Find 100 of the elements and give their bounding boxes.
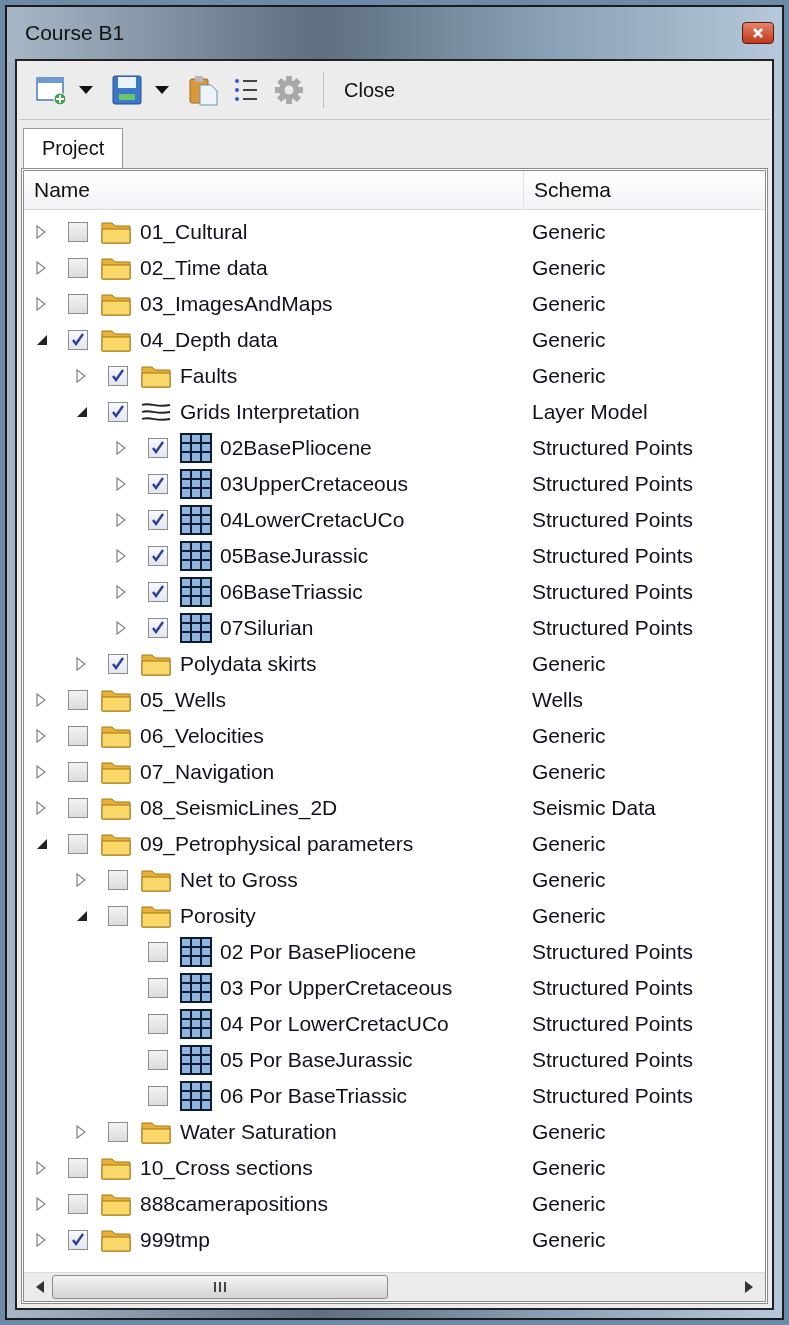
checkbox[interactable]	[108, 906, 128, 926]
item-name[interactable]: 05 Por BaseJurassic	[220, 1048, 413, 1072]
scrollbar-thumb[interactable]	[52, 1275, 388, 1299]
item-name[interactable]: 888camerapositions	[140, 1192, 328, 1216]
close-icon[interactable]	[742, 22, 774, 44]
item-name[interactable]: 06 Por BaseTriassic	[220, 1084, 408, 1108]
caret-icon[interactable]	[155, 86, 169, 94]
scroll-right-icon[interactable]	[745, 1281, 753, 1293]
collapsed-arrow-icon[interactable]	[116, 477, 126, 491]
collapsed-arrow-icon[interactable]	[36, 225, 46, 239]
item-name[interactable]: 999tmp	[140, 1228, 211, 1252]
checkbox[interactable]	[108, 402, 128, 422]
item-name[interactable]: 04LowerCretacUCo	[220, 508, 405, 532]
checkbox[interactable]	[68, 690, 88, 710]
checkbox[interactable]	[68, 1158, 88, 1178]
close-button[interactable]: Close	[338, 74, 402, 106]
item-name[interactable]: 06_Velocities	[140, 724, 264, 748]
collapsed-arrow-icon[interactable]	[116, 585, 126, 599]
checkbox[interactable]	[148, 510, 168, 530]
checkbox[interactable]	[68, 1230, 88, 1250]
folder-icon	[100, 1227, 132, 1253]
scroll-left-icon[interactable]	[36, 1281, 44, 1293]
item-name[interactable]: 05_Wells	[140, 688, 226, 712]
checkbox[interactable]	[108, 654, 128, 674]
horizontal-scrollbar[interactable]	[24, 1272, 765, 1301]
collapsed-arrow-icon[interactable]	[36, 729, 46, 743]
checkbox[interactable]	[108, 366, 128, 386]
expanded-arrow-icon[interactable]	[36, 838, 48, 850]
new-window-icon[interactable]	[35, 74, 67, 106]
save-icon[interactable]	[111, 74, 143, 106]
collapsed-arrow-icon[interactable]	[116, 621, 126, 635]
checkbox[interactable]	[68, 762, 88, 782]
item-name[interactable]: Net to Gross	[180, 868, 298, 892]
checkbox[interactable]	[108, 870, 128, 890]
checkbox[interactable]	[148, 942, 168, 962]
checkbox[interactable]	[68, 798, 88, 818]
expanded-arrow-icon[interactable]	[76, 910, 88, 922]
checkbox[interactable]	[148, 1086, 168, 1106]
item-name[interactable]: 03 Por UpperCretaceous	[220, 976, 453, 1000]
checkbox[interactable]	[108, 1122, 128, 1142]
collapsed-arrow-icon[interactable]	[36, 801, 46, 815]
item-name[interactable]: 09_Petrophysical parameters	[140, 832, 414, 856]
item-name[interactable]: 07_Navigation	[140, 760, 275, 784]
caret-icon[interactable]	[79, 86, 93, 94]
collapsed-arrow-icon[interactable]	[36, 1161, 46, 1175]
collapsed-arrow-icon[interactable]	[116, 549, 126, 563]
checkbox[interactable]	[148, 582, 168, 602]
collapsed-arrow-icon[interactable]	[36, 297, 46, 311]
item-name[interactable]: 03_ImagesAndMaps	[140, 292, 333, 316]
checkbox[interactable]	[148, 1014, 168, 1034]
checkbox[interactable]	[148, 978, 168, 998]
collapsed-arrow-icon[interactable]	[116, 513, 126, 527]
item-name[interactable]: 10_Cross sections	[140, 1156, 313, 1180]
collapsed-arrow-icon[interactable]	[76, 369, 86, 383]
item-name[interactable]: 08_SeismicLines_2D	[140, 796, 338, 820]
checkbox[interactable]	[148, 1050, 168, 1070]
checkbox[interactable]	[68, 330, 88, 350]
checkbox[interactable]	[68, 726, 88, 746]
column-header[interactable]: Schema	[524, 171, 612, 209]
collapsed-arrow-icon[interactable]	[116, 441, 126, 455]
item-name[interactable]: 02_Time data	[140, 256, 268, 280]
item-name[interactable]: 03UpperCretaceous	[220, 472, 408, 496]
collapsed-arrow-icon[interactable]	[76, 873, 86, 887]
item-name[interactable]: Porosity	[180, 904, 256, 928]
checkbox[interactable]	[148, 618, 168, 638]
checkbox[interactable]	[68, 222, 88, 242]
item-name[interactable]: 04 Por LowerCretacUCo	[220, 1012, 449, 1036]
tab[interactable]: Project	[23, 128, 124, 168]
checkbox[interactable]	[68, 258, 88, 278]
item-name[interactable]: 02BasePliocene	[220, 436, 372, 460]
collapsed-arrow-icon[interactable]	[36, 693, 46, 707]
checkbox[interactable]	[68, 294, 88, 314]
item-name[interactable]: Grids Interpretation	[180, 400, 360, 424]
expanded-arrow-icon[interactable]	[36, 334, 48, 346]
paste-icon[interactable]	[187, 74, 219, 106]
item-name[interactable]: Faults	[180, 364, 238, 388]
item-name[interactable]: 05BaseJurassic	[220, 544, 369, 568]
item-name[interactable]: 02 Por BasePliocene	[220, 940, 417, 964]
item-name[interactable]: 07Silurian	[220, 616, 314, 640]
column-header[interactable]: Name	[24, 171, 524, 209]
checkbox[interactable]	[68, 834, 88, 854]
collapsed-arrow-icon[interactable]	[36, 261, 46, 275]
schema-cell-text: Generic	[531, 220, 606, 244]
checkbox[interactable]	[68, 1194, 88, 1214]
collapsed-arrow-icon[interactable]	[36, 1197, 46, 1211]
checkbox[interactable]	[148, 438, 168, 458]
collapsed-arrow-icon[interactable]	[76, 1125, 86, 1139]
collapsed-arrow-icon[interactable]	[36, 765, 46, 779]
checkbox[interactable]	[148, 474, 168, 494]
collapsed-arrow-icon[interactable]	[76, 657, 86, 671]
item-name[interactable]: 04_Depth data	[140, 328, 278, 352]
expanded-arrow-icon[interactable]	[76, 406, 88, 418]
item-name[interactable]: Polydata skirts	[180, 652, 317, 676]
collapsed-arrow-icon[interactable]	[36, 1233, 46, 1247]
item-name[interactable]: Water Saturation	[180, 1120, 337, 1144]
item-name[interactable]: 06BaseTriassic	[220, 580, 363, 604]
checkbox[interactable]	[148, 546, 168, 566]
item-name[interactable]: 01_Cultural	[140, 220, 248, 244]
schema-cell-text: Structured Points	[531, 1084, 694, 1108]
settings-icon[interactable]	[273, 74, 305, 106]
